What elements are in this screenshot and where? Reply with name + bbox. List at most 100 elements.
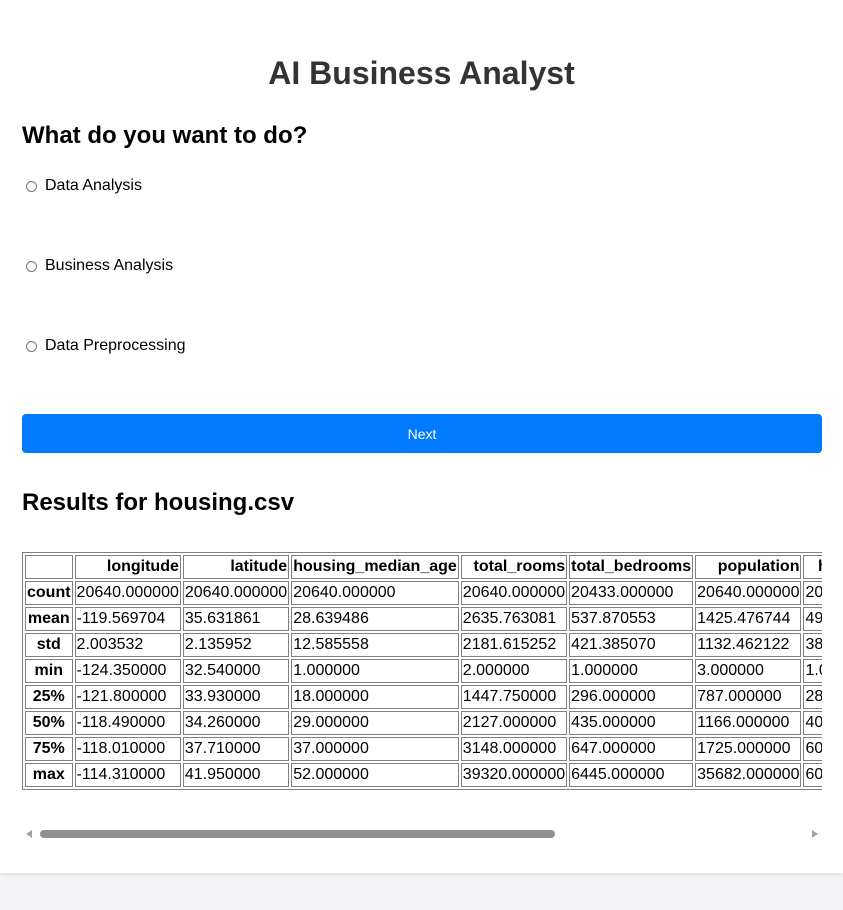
results-table: longitude latitude housing_median_age to… bbox=[22, 552, 822, 790]
table-cell: 20640.000000 bbox=[291, 581, 459, 605]
table-cell: 37.000000 bbox=[291, 737, 459, 761]
table-cell: 1132.462122 bbox=[695, 633, 802, 657]
table-cell: 2127.000000 bbox=[460, 711, 568, 735]
table-cell: 1.000000 bbox=[291, 659, 459, 683]
table-cell: 1.000000 bbox=[803, 659, 822, 683]
table-cell: 1166.000000 bbox=[695, 711, 802, 735]
column-header: total_rooms bbox=[460, 555, 568, 579]
option-business-analysis[interactable]: Business Analysis bbox=[26, 257, 173, 275]
table-cell: 409.000000 bbox=[803, 711, 822, 735]
table-cell: -119.569704 bbox=[74, 607, 181, 631]
table-cell: 20433.000000 bbox=[569, 581, 694, 605]
table-row: count 20640.000000 20640.000000 20640.00000… bbox=[25, 581, 822, 605]
table-row: std 2.003532 2.135952 12.585558 2181.615252 4… bbox=[25, 633, 822, 657]
row-label: min bbox=[25, 659, 73, 683]
table-cell: 2.000000 bbox=[460, 659, 568, 683]
table-cell: 537.870553 bbox=[569, 607, 694, 631]
table-cell: 2181.615252 bbox=[460, 633, 568, 657]
table-cell: 296.000000 bbox=[569, 685, 694, 709]
table-cell: 3.000000 bbox=[695, 659, 802, 683]
row-label: 75% bbox=[25, 737, 73, 761]
table-cell: 421.385070 bbox=[569, 633, 694, 657]
row-label: count bbox=[25, 581, 73, 605]
scroll-right-arrow-icon[interactable] bbox=[812, 830, 818, 838]
table-row: 75% -118.010000 37.710000 37.000000 3148.000… bbox=[25, 737, 822, 761]
radio-icon[interactable] bbox=[26, 260, 37, 272]
table-cell: 12.585558 bbox=[291, 633, 459, 657]
table-cell: -124.350000 bbox=[74, 659, 181, 683]
row-label: max bbox=[25, 763, 73, 787]
column-header: latitude bbox=[182, 555, 290, 579]
table-cell: 6445.000000 bbox=[569, 763, 694, 787]
column-header: population bbox=[695, 555, 802, 579]
table-cell: 41.950000 bbox=[182, 763, 290, 787]
table-row: 50% -118.490000 34.260000 29.000000 2127.000… bbox=[25, 711, 822, 735]
results-table-container[interactable]: longitude latitude housing_median_age to… bbox=[22, 552, 822, 827]
table-cell: 435.000000 bbox=[569, 711, 694, 735]
table-cell: 28.639486 bbox=[291, 607, 459, 631]
column-header: housing_median_age bbox=[291, 555, 459, 579]
table-cell: 787.000000 bbox=[695, 685, 802, 709]
table-row: 25% -121.800000 33.930000 18.000000 1447.750… bbox=[25, 685, 822, 709]
question-heading: What do you want to do? bbox=[22, 122, 308, 149]
table-row: min -124.350000 32.540000 1.000000 2.000000 1… bbox=[25, 659, 822, 683]
table-cell: 1447.750000 bbox=[460, 685, 568, 709]
table-cell: 1425.476744 bbox=[695, 607, 802, 631]
table-cell: 2.003532 bbox=[74, 633, 181, 657]
table-cell: -114.310000 bbox=[74, 763, 181, 787]
option-label: Data Analysis bbox=[45, 177, 142, 194]
table-row: mean -119.569704 35.631861 28.639486 2635.76… bbox=[25, 607, 822, 631]
table-cell: 35.631861 bbox=[182, 607, 290, 631]
column-header bbox=[25, 555, 73, 579]
table-cell: 2635.763081 bbox=[460, 607, 568, 631]
table-cell: -118.010000 bbox=[74, 737, 181, 761]
table-cell: 18.000000 bbox=[291, 685, 459, 709]
table-cell: 2.135952 bbox=[182, 633, 290, 657]
option-data-analysis[interactable]: Data Analysis bbox=[26, 177, 142, 195]
column-header: households bbox=[803, 555, 822, 579]
results-heading: Results for housing.csv bbox=[22, 489, 295, 516]
table-cell: -118.490000 bbox=[74, 711, 181, 735]
option-data-preprocessing[interactable]: Data Preprocessing bbox=[26, 337, 186, 355]
table-cell: 34.260000 bbox=[182, 711, 290, 735]
scrollbar-thumb[interactable] bbox=[40, 830, 555, 838]
table-cell: 280.000000 bbox=[803, 685, 822, 709]
row-label: 50% bbox=[25, 711, 73, 735]
next-button[interactable]: Next bbox=[22, 414, 822, 453]
table-cell: 3148.000000 bbox=[460, 737, 568, 761]
option-label: Business Analysis bbox=[45, 257, 174, 274]
table-cell: 499.539680 bbox=[803, 607, 822, 631]
table-header-row: longitude latitude housing_median_age to… bbox=[25, 555, 822, 579]
table-cell: 52.000000 bbox=[291, 763, 459, 787]
row-label: mean bbox=[25, 607, 73, 631]
table-cell: 37.710000 bbox=[182, 737, 290, 761]
table-cell: 20640.000000 bbox=[803, 581, 822, 605]
table-cell: 1725.000000 bbox=[695, 737, 802, 761]
table-cell: 29.000000 bbox=[291, 711, 459, 735]
table-cell: 20640.000000 bbox=[74, 581, 181, 605]
option-label: Data Preprocessing bbox=[45, 337, 186, 354]
scroll-left-arrow-icon[interactable] bbox=[26, 830, 32, 838]
row-label: std bbox=[25, 633, 73, 657]
table-cell: 20640.000000 bbox=[695, 581, 802, 605]
table-cell: 647.000000 bbox=[569, 737, 694, 761]
table-cell: 1.000000 bbox=[569, 659, 694, 683]
table-cell: 32.540000 bbox=[182, 659, 290, 683]
row-label: 25% bbox=[25, 685, 73, 709]
table-cell: 33.930000 bbox=[182, 685, 290, 709]
table-cell: 20640.000000 bbox=[460, 581, 568, 605]
table-cell: -121.800000 bbox=[74, 685, 181, 709]
table-cell: 6082.000000 bbox=[803, 763, 822, 787]
table-cell: 35682.000000 bbox=[695, 763, 802, 787]
column-header: total_bedrooms bbox=[569, 555, 694, 579]
horizontal-scrollbar[interactable] bbox=[22, 828, 822, 840]
table-cell: 605.000000 bbox=[803, 737, 822, 761]
table-cell: 39320.000000 bbox=[460, 763, 568, 787]
radio-icon[interactable] bbox=[26, 180, 37, 192]
page-title: AI Business Analyst bbox=[268, 55, 575, 91]
radio-icon[interactable] bbox=[26, 340, 37, 352]
table-cell: 20640.000000 bbox=[182, 581, 290, 605]
table-cell: 382.329753 bbox=[803, 633, 822, 657]
main-card: AI Business Analyst What do you want to … bbox=[0, 0, 843, 873]
table-row: max -114.310000 41.950000 52.000000 39320.00… bbox=[25, 763, 822, 787]
